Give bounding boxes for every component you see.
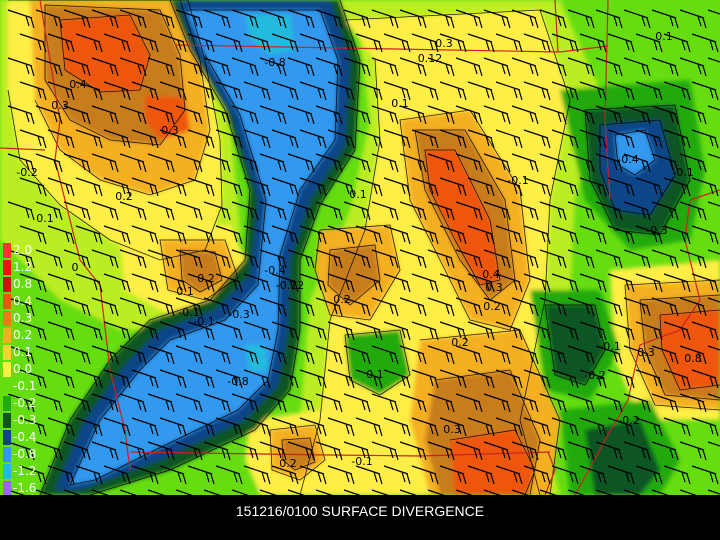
contour-label: 0.2 (115, 190, 133, 203)
legend-label: 0.2 (13, 328, 33, 342)
contour-label: 0.2 (451, 336, 469, 349)
legend-label: 0.0 (13, 362, 33, 376)
contour-label: 0.2 (333, 293, 351, 306)
legend-label: -0.2 (13, 396, 37, 410)
legend-label: 2.0 (13, 243, 33, 257)
divergence-map: 0.40.30.3-0.80.30.120.10.1-0.4-0.1-0.20.… (0, 0, 720, 495)
legend-item: -0.1 (3, 379, 51, 394)
legend-label: -1.6 (13, 481, 37, 495)
contour-label: 0.1 (366, 368, 384, 381)
legend-swatch (3, 481, 11, 496)
color-legend: 2.0 1.2 0.8 0.4 0.3 0.2 0.1 0.0 -0.1 -0.2 -0.3 -0.4… (3, 243, 51, 515)
legend-swatch (3, 260, 11, 275)
legend-swatch (3, 277, 11, 292)
legend-item: 0.1 (3, 345, 51, 360)
map-title: 151216/0100 SURFACE DIVERGENCE (235, 503, 485, 519)
contour-label: -0.1 (351, 455, 372, 468)
legend-item: 0.0 (3, 362, 51, 377)
legend-swatch (3, 328, 11, 343)
legend-item: -1.2 (3, 464, 51, 479)
legend-swatch (3, 396, 11, 411)
contour-label: 0.8 (684, 352, 702, 365)
legend-label: -1.2 (13, 464, 37, 478)
contour-label: -0.4 (617, 153, 638, 166)
contour-label: -0.2 (618, 414, 639, 427)
contour-label: -0.3 (646, 224, 667, 237)
legend-item: 0.2 (3, 328, 51, 343)
contour-label: 0.3 (443, 423, 461, 436)
contour-label: 0.1 (655, 30, 673, 43)
legend-swatch (3, 345, 11, 360)
contour-label: 0.4 (69, 78, 87, 91)
contour-label: -0.4 (264, 264, 285, 277)
contour-label: -0.1 (193, 315, 214, 328)
legend-item: -0.2 (3, 396, 51, 411)
contour-label: 0.2 (279, 457, 297, 470)
legend-item: 0.8 (3, 277, 51, 292)
legend-label: 0.8 (13, 277, 33, 291)
divergence-fill-field (0, 0, 720, 495)
legend-label: -0.8 (13, 447, 37, 461)
contour-label: 0.1 (349, 188, 367, 201)
contour-label: 0.1 (391, 97, 409, 110)
contour-label: 0.1 (36, 212, 54, 225)
legend-swatch (3, 362, 11, 377)
legend-item: -1.6 (3, 481, 51, 496)
legend-swatch (3, 413, 11, 428)
contour-label: 0.4 (482, 268, 500, 281)
contour-label: 0.2 (197, 272, 215, 285)
legend-item: -0.3 (3, 413, 51, 428)
legend-label: 0.1 (13, 345, 33, 359)
contour-label: -0.1 (599, 340, 620, 353)
contour-label: 0.1 (176, 285, 194, 298)
legend-item: -0.4 (3, 430, 51, 445)
contour-label: -0.2 (16, 166, 37, 179)
legend-item: 1.2 (3, 260, 51, 275)
legend-item: 0.4 (3, 294, 51, 309)
contour-label: 0.12 (418, 52, 443, 65)
contour-label: 0.3 (51, 99, 69, 112)
contour-label: -0.2 (584, 369, 605, 382)
legend-swatch (3, 379, 11, 394)
contour-label: 0.2 (483, 300, 501, 313)
contour-label: 0.3 (435, 37, 453, 50)
contour-label: -0.8 (227, 375, 248, 388)
legend-swatch (3, 311, 11, 326)
legend-swatch (3, 447, 11, 462)
contour-label: -0.1 (672, 166, 693, 179)
legend-item: 0.3 (3, 311, 51, 326)
legend-label: -0.4 (13, 430, 37, 444)
contour-label: 0.3 (161, 124, 179, 137)
legend-swatch (3, 430, 11, 445)
legend-label: -0.3 (13, 413, 37, 427)
contour-label: 0 (72, 261, 79, 274)
legend-label: 0.4 (13, 294, 33, 308)
legend-swatch (3, 243, 11, 258)
footer-bar: 151216/0100 SURFACE DIVERGENCE (0, 495, 720, 540)
legend-label: 0.3 (13, 311, 33, 325)
legend-label: -0.1 (13, 379, 37, 393)
contour-label: -0.8 (264, 56, 285, 69)
legend-swatch (3, 464, 11, 479)
legend-label: 1.2 (13, 260, 33, 274)
legend-item: 2.0 (3, 243, 51, 258)
contour-label: 0.3 (637, 346, 655, 359)
legend-item: -0.8 (3, 447, 51, 462)
legend-swatch (3, 294, 11, 309)
contour-label: 0.3 (485, 281, 503, 294)
contour-label: -0.1 (507, 174, 528, 187)
contour-label: -0.12 (276, 279, 304, 292)
contour-label: -0.3 (228, 308, 249, 321)
